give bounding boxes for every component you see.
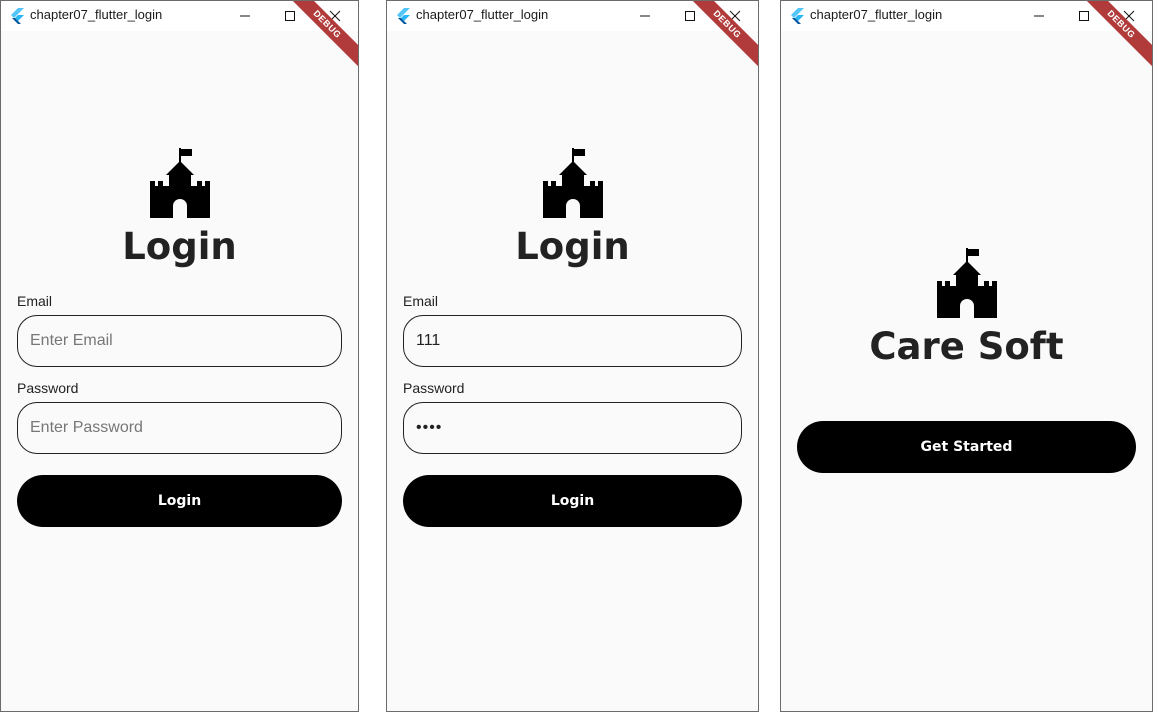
flutter-logo-icon: [10, 8, 24, 24]
maximize-icon: [1079, 11, 1089, 21]
maximize-icon: [285, 11, 295, 21]
castle-icon: [543, 148, 603, 218]
window-welcome: chapter07_flutter_login DEBUG Care Soft …: [780, 0, 1153, 712]
castle-icon: [937, 248, 997, 318]
password-label: Password: [403, 380, 465, 396]
get-started-button[interactable]: Get Started: [797, 421, 1136, 473]
email-field[interactable]: 111: [403, 315, 742, 367]
minimize-icon: [1034, 15, 1044, 17]
email-label: Email: [403, 293, 439, 309]
page-title: Login: [515, 225, 630, 268]
castle-icon: [150, 148, 210, 218]
password-field[interactable]: ••••: [403, 402, 742, 454]
page-title: Login: [122, 225, 237, 268]
email-field[interactable]: Enter Email: [17, 315, 342, 367]
password-field[interactable]: Enter Password: [17, 402, 342, 454]
login-button[interactable]: Login: [403, 475, 742, 527]
flutter-logo-icon: [790, 8, 804, 24]
window-login-empty: chapter07_flutter_login DEBUG Login Emai…: [0, 0, 359, 712]
password-label: Password: [17, 380, 79, 396]
window-title: chapter07_flutter_login: [30, 7, 163, 22]
window-title: chapter07_flutter_login: [416, 7, 549, 22]
email-label: Email: [17, 293, 53, 309]
minimize-button[interactable]: [1016, 1, 1062, 31]
page-title: Care Soft: [869, 325, 1064, 368]
minimize-button[interactable]: [622, 1, 668, 31]
minimize-button[interactable]: [222, 1, 268, 31]
maximize-icon: [685, 11, 695, 21]
window-login-filled: chapter07_flutter_login DEBUG Login Emai…: [386, 0, 759, 712]
window-title: chapter07_flutter_login: [810, 7, 943, 22]
minimize-icon: [640, 15, 650, 17]
flutter-logo-icon: [396, 8, 410, 24]
minimize-icon: [240, 15, 250, 17]
login-button[interactable]: Login: [17, 475, 342, 527]
